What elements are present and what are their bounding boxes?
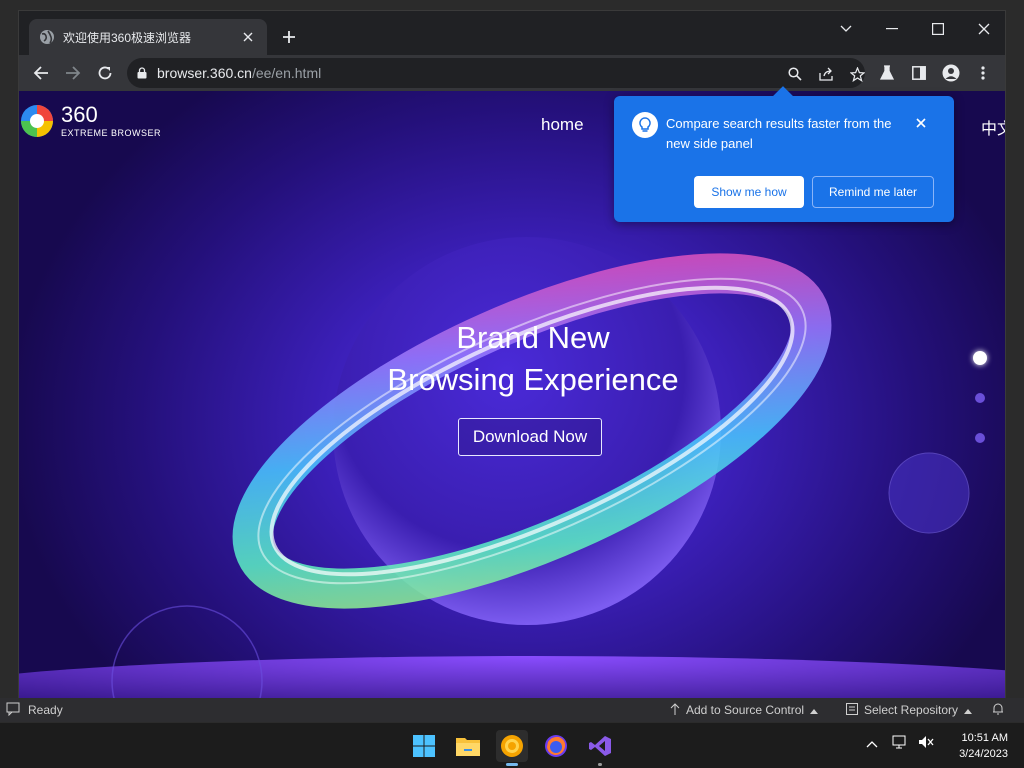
repository-icon [846,702,858,718]
caret-up-icon [810,703,819,717]
address-bar[interactable]: browser.360.cn/ee/en.html [127,58,865,88]
visual-studio-taskbar-button[interactable] [584,730,616,766]
active-app-indicator [506,763,518,766]
caret-up-icon [964,703,973,717]
firefox-icon [545,735,567,757]
notification-bell-icon[interactable] [992,702,1004,718]
system-clock[interactable]: 10:51 AM 3/24/2023 [944,730,1008,762]
show-me-how-button[interactable]: Show me how [694,176,804,208]
back-button[interactable] [27,59,55,87]
minimize-button[interactable] [869,15,915,43]
windows-taskbar: 10:51 AM 3/24/2023 [0,722,1024,768]
nav-language-link[interactable]: 中文 [981,115,1005,139]
tab-search-chevron-icon[interactable] [823,15,869,43]
360-browser-icon [501,735,523,757]
start-button[interactable] [408,730,440,762]
maximize-button[interactable] [915,15,961,43]
ide-status-bar: Ready Add to Source Control Select Repos… [0,698,1024,722]
tab-strip: 欢迎使用360极速浏览器 [19,11,1005,55]
slide-dot-active[interactable] [973,351,987,365]
url-path: /ee/en.html [251,65,322,81]
reload-button[interactable] [91,59,119,87]
folder-icon [456,738,480,756]
browser-360-taskbar-button[interactable] [496,730,528,766]
logo-subtitle: EXTREME BROWSER [61,128,162,138]
url-host: browser.360.cn [157,65,252,81]
arrow-up-icon [670,702,680,718]
bookmark-star-icon[interactable] [845,62,869,86]
logo-number: 360 [61,102,98,127]
slide-dot-3[interactable] [975,433,985,443]
show-hidden-icons-chevron-icon[interactable] [866,735,878,753]
360-logo-icon [19,101,55,141]
tab-close-icon[interactable] [239,28,257,46]
browser-toolbar: browser.360.cn/ee/en.html [19,55,1005,91]
popup-message: Compare search results faster from the n… [666,116,892,151]
new-tab-button[interactable] [277,25,301,49]
slide-dot-2[interactable] [975,393,985,403]
forward-button[interactable] [59,59,87,87]
tab-title: 欢迎使用360极速浏览器 [63,30,192,45]
menu-kebab-icon[interactable] [969,59,997,87]
lock-icon[interactable] [137,67,147,79]
visual-studio-icon [589,736,611,756]
download-now-button[interactable]: Download Now [458,418,602,456]
source-control-label: Add to Source Control [686,703,805,717]
small-planet-right [888,452,970,534]
share-icon[interactable] [815,62,839,86]
horizon-glow [19,656,1005,701]
side-panel-promo-popup: Compare search results faster from the n… [614,86,954,222]
repository-label: Select Repository [864,703,959,717]
nav-home-link[interactable]: home [541,115,584,135]
logo[interactable]: 360 EXTREME BROWSER [19,101,161,141]
popup-close-icon[interactable] [912,114,930,132]
hero-title-line1: Brand New [456,320,610,355]
labs-flask-icon[interactable] [873,59,901,87]
clock-date: 3/24/2023 [959,748,1008,760]
search-icon[interactable] [783,62,807,86]
file-explorer-button[interactable] [452,730,484,762]
hero-title: Brand New Browsing Experience [335,317,731,401]
add-to-source-control-button[interactable]: Add to Source Control [670,702,819,718]
close-window-button[interactable] [961,15,1005,43]
profile-icon[interactable] [937,59,965,87]
hero-title-line2: Browsing Experience [387,362,679,397]
running-app-indicator [598,763,602,766]
network-icon[interactable] [892,735,908,754]
windows-logo-icon [413,735,435,757]
clock-time: 10:51 AM [961,732,1008,744]
remind-me-later-button[interactable]: Remind me later [812,176,934,208]
side-panel-icon[interactable] [905,59,933,87]
status-ready: Ready [28,703,63,717]
tab-active[interactable]: 欢迎使用360极速浏览器 [29,19,267,55]
firefox-taskbar-button[interactable] [540,730,572,762]
globe-icon [39,29,55,45]
output-icon[interactable] [6,702,20,719]
select-repository-button[interactable]: Select Repository [846,702,973,718]
lightbulb-icon [632,112,658,138]
volume-muted-icon[interactable] [918,735,934,754]
